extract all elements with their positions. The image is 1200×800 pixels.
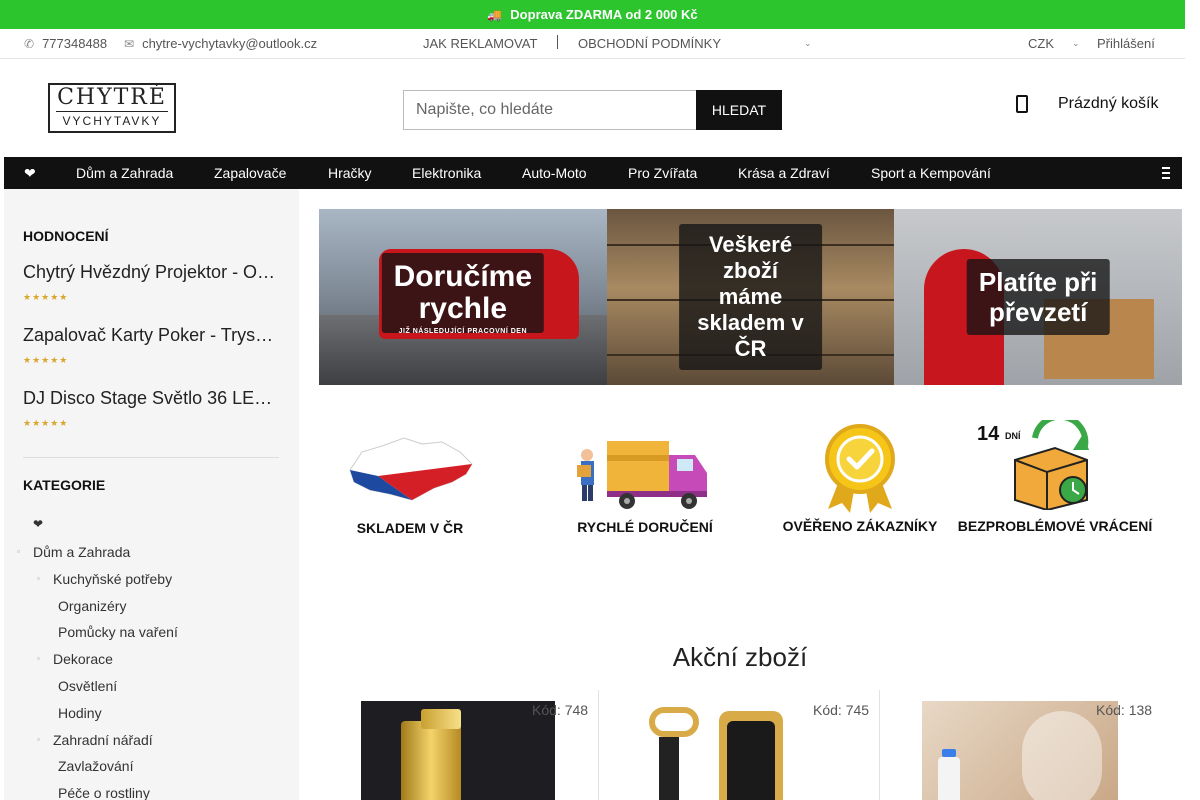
ratings-heading: HODNOCENÍ bbox=[23, 228, 109, 244]
nav-favorites-heart-icon[interactable]: ❤ bbox=[24, 157, 36, 189]
badge-rychle-doruceni: RYCHLÉ DORUČENÍ bbox=[575, 435, 715, 540]
nav-item-dum-a-zahrada[interactable]: Dům a Zahrada bbox=[76, 157, 173, 189]
category-favorites-heart-icon[interactable]: ❤ bbox=[33, 517, 43, 531]
categories-heading: KATEGORIE bbox=[23, 477, 106, 493]
product-code: Kód: 748 bbox=[532, 702, 589, 718]
return-box-icon bbox=[1014, 420, 1089, 510]
more-links-chevron-icon[interactable]: ⌄ bbox=[804, 29, 812, 58]
product-image-humidifier[interactable] bbox=[922, 701, 1118, 800]
category-item[interactable]: Osvětlení bbox=[58, 678, 117, 694]
delivery-truck-icon bbox=[577, 441, 707, 509]
badge-overeno: OVĚŘENO ZÁKAZNÍKY bbox=[783, 423, 937, 540]
nav-item-elektronika[interactable]: Elektronika bbox=[412, 157, 481, 189]
badge-vraceni: 14 DNÍ BEZPROBLÉMOVÉ VRÁCENÍ bbox=[958, 420, 1152, 540]
currency-value: CZK bbox=[1028, 36, 1054, 51]
cart-label: Prázdný košík bbox=[1058, 95, 1159, 112]
category-item[interactable]: Péče o rostliny bbox=[58, 785, 150, 800]
banner-caption: Doručíme rychle bbox=[381, 253, 545, 334]
product-card[interactable]: Kód: 748 bbox=[318, 690, 598, 800]
badge-skladem: SKLADEM V ČR bbox=[340, 430, 480, 540]
search-form: HLEDAT bbox=[403, 90, 782, 130]
banner-caption: Platíte při převzetí bbox=[966, 259, 1110, 335]
product-card[interactable]: Kód: 138 bbox=[880, 690, 1160, 800]
email-contact[interactable]: ✉ chytre-vychytavky@outlook.cz bbox=[124, 29, 317, 58]
sidebar: HODNOCENÍ Chytrý Hvězdný Projektor - O… … bbox=[4, 189, 299, 800]
banner-caption: Veškeré zboží máme skladem v ČR bbox=[678, 224, 823, 370]
product-image-gold-watch[interactable] bbox=[639, 701, 829, 800]
badge-label: BEZPROBLÉMOVÉ VRÁCENÍ bbox=[957, 518, 1153, 534]
logo-line-2: VYCHYTAVKY bbox=[56, 111, 168, 130]
bullet-icon: ▫ bbox=[17, 547, 20, 556]
category-item[interactable]: Dekorace bbox=[53, 651, 113, 667]
category-item[interactable]: Pomůcky na vaření bbox=[58, 624, 178, 640]
phone-icon: ✆ bbox=[24, 36, 35, 51]
menu-icon[interactable] bbox=[1162, 167, 1170, 179]
badge-label: OVĚŘENO ZÁKAZNÍKY bbox=[782, 518, 938, 534]
badge-label: SKLADEM V ČR bbox=[356, 520, 464, 536]
rated-product-link[interactable]: Chytrý Hvězdný Projektor - O… bbox=[23, 262, 281, 283]
czech-map-icon bbox=[349, 437, 473, 501]
nav-item-sport-a-kempovani[interactable]: Sport a Kempování bbox=[871, 157, 991, 189]
sidebar-divider bbox=[23, 457, 279, 458]
category-item[interactable]: Organizéry bbox=[58, 598, 126, 614]
link-jak-reklamovat[interactable]: JAK REKLAMOVAT bbox=[423, 29, 537, 58]
banner-fast-delivery[interactable]: Doručíme rychle JIŽ NÁSLEDUJÍCÍ PRACOVNÍ… bbox=[319, 209, 607, 385]
banner-strip: Doručíme rychle JIŽ NÁSLEDUJÍCÍ PRACOVNÍ… bbox=[319, 209, 1183, 385]
logo-line-1: CHYTRÉ bbox=[57, 85, 167, 110]
topbar-divider bbox=[557, 35, 558, 49]
sale-section-title: Akční zboží bbox=[672, 642, 808, 672]
banner-in-stock[interactable]: Veškeré zboží máme skladem v ČR bbox=[606, 209, 895, 385]
truck-icon: 🚚 bbox=[487, 7, 503, 22]
product-code: Kód: 745 bbox=[813, 702, 870, 718]
nav-item-krasa-a-zdravi[interactable]: Krása a Zdraví bbox=[738, 157, 830, 189]
category-item[interactable]: Zavlažování bbox=[58, 758, 133, 774]
phone-contact[interactable]: ✆ 777348488 bbox=[24, 29, 107, 58]
phone-number: 777348488 bbox=[42, 36, 108, 51]
rating-stars: ★★★★★ bbox=[23, 292, 69, 302]
bullet-icon: ▫ bbox=[37, 574, 40, 583]
product-card[interactable]: Kód: 745 bbox=[599, 690, 879, 800]
search-input[interactable] bbox=[403, 90, 696, 130]
nav-item-auto-moto[interactable]: Auto-Moto bbox=[522, 157, 587, 189]
main-nav: ❤ Dům a Zahrada Zapalovače Hračky Elektr… bbox=[4, 157, 1182, 189]
category-item[interactable]: Zahradní nářadí bbox=[53, 732, 153, 748]
verified-medal-icon bbox=[825, 424, 895, 513]
promo-bar: 🚚 Doprava ZDARMA od 2 000 Kč bbox=[0, 0, 1185, 29]
badge-label: RYCHLÉ DORUČENÍ bbox=[577, 519, 713, 535]
site-logo[interactable]: CHYTRÉ VYCHYTAVKY bbox=[48, 83, 176, 133]
link-obchodni-podminky[interactable]: OBCHODNÍ PODMÍNKY bbox=[578, 29, 721, 58]
envelope-icon: ✉ bbox=[124, 36, 135, 51]
product-code: Kód: 138 bbox=[1096, 702, 1153, 718]
login-link[interactable]: Přihlášení bbox=[1097, 29, 1155, 58]
nav-item-pro-zvirata[interactable]: Pro Zvířata bbox=[628, 157, 697, 189]
rating-stars: ★★★★★ bbox=[23, 418, 69, 428]
rated-product-link[interactable]: Zapalovač Karty Poker - Trys… bbox=[23, 325, 281, 346]
rating-stars: ★★★★★ bbox=[23, 355, 69, 365]
category-item[interactable]: Hodiny bbox=[58, 705, 102, 721]
nav-item-zapalovace[interactable]: Zapalovače bbox=[214, 157, 286, 189]
top-bar: ✆ 777348488 ✉ chytre-vychytavky@outlook.… bbox=[0, 29, 1185, 59]
chevron-down-icon: ⌄ bbox=[1072, 38, 1080, 48]
currency-select[interactable]: CZK ⌄ bbox=[1028, 29, 1080, 58]
bullet-icon: ▫ bbox=[37, 654, 40, 663]
rated-product-link[interactable]: DJ Disco Stage Světlo 36 LE… bbox=[23, 388, 281, 409]
header: CHYTRÉ VYCHYTAVKY HLEDAT Prázdný košík bbox=[0, 59, 1185, 157]
banner-subcaption: JIŽ NÁSLEDUJÍCÍ PRACOVNÍ DEN bbox=[398, 328, 528, 335]
category-item[interactable]: Dům a Zahrada bbox=[33, 544, 130, 560]
bullet-icon: ▫ bbox=[37, 735, 40, 744]
cart-widget[interactable]: Prázdný košík bbox=[1012, 95, 1158, 113]
shopping-bag-icon bbox=[1016, 95, 1028, 113]
nav-item-hracky[interactable]: Hračky bbox=[328, 157, 372, 189]
promo-text: Doprava ZDARMA od 2 000 Kč bbox=[510, 7, 698, 22]
banner-cash-on-delivery[interactable]: Platíte při převzetí bbox=[894, 209, 1183, 385]
search-button[interactable]: HLEDAT bbox=[696, 90, 782, 130]
email-address: chytre-vychytavky@outlook.cz bbox=[142, 36, 318, 51]
category-item[interactable]: Kuchyňské potřeby bbox=[53, 571, 172, 587]
product-image-gold-lighter[interactable] bbox=[361, 701, 555, 800]
